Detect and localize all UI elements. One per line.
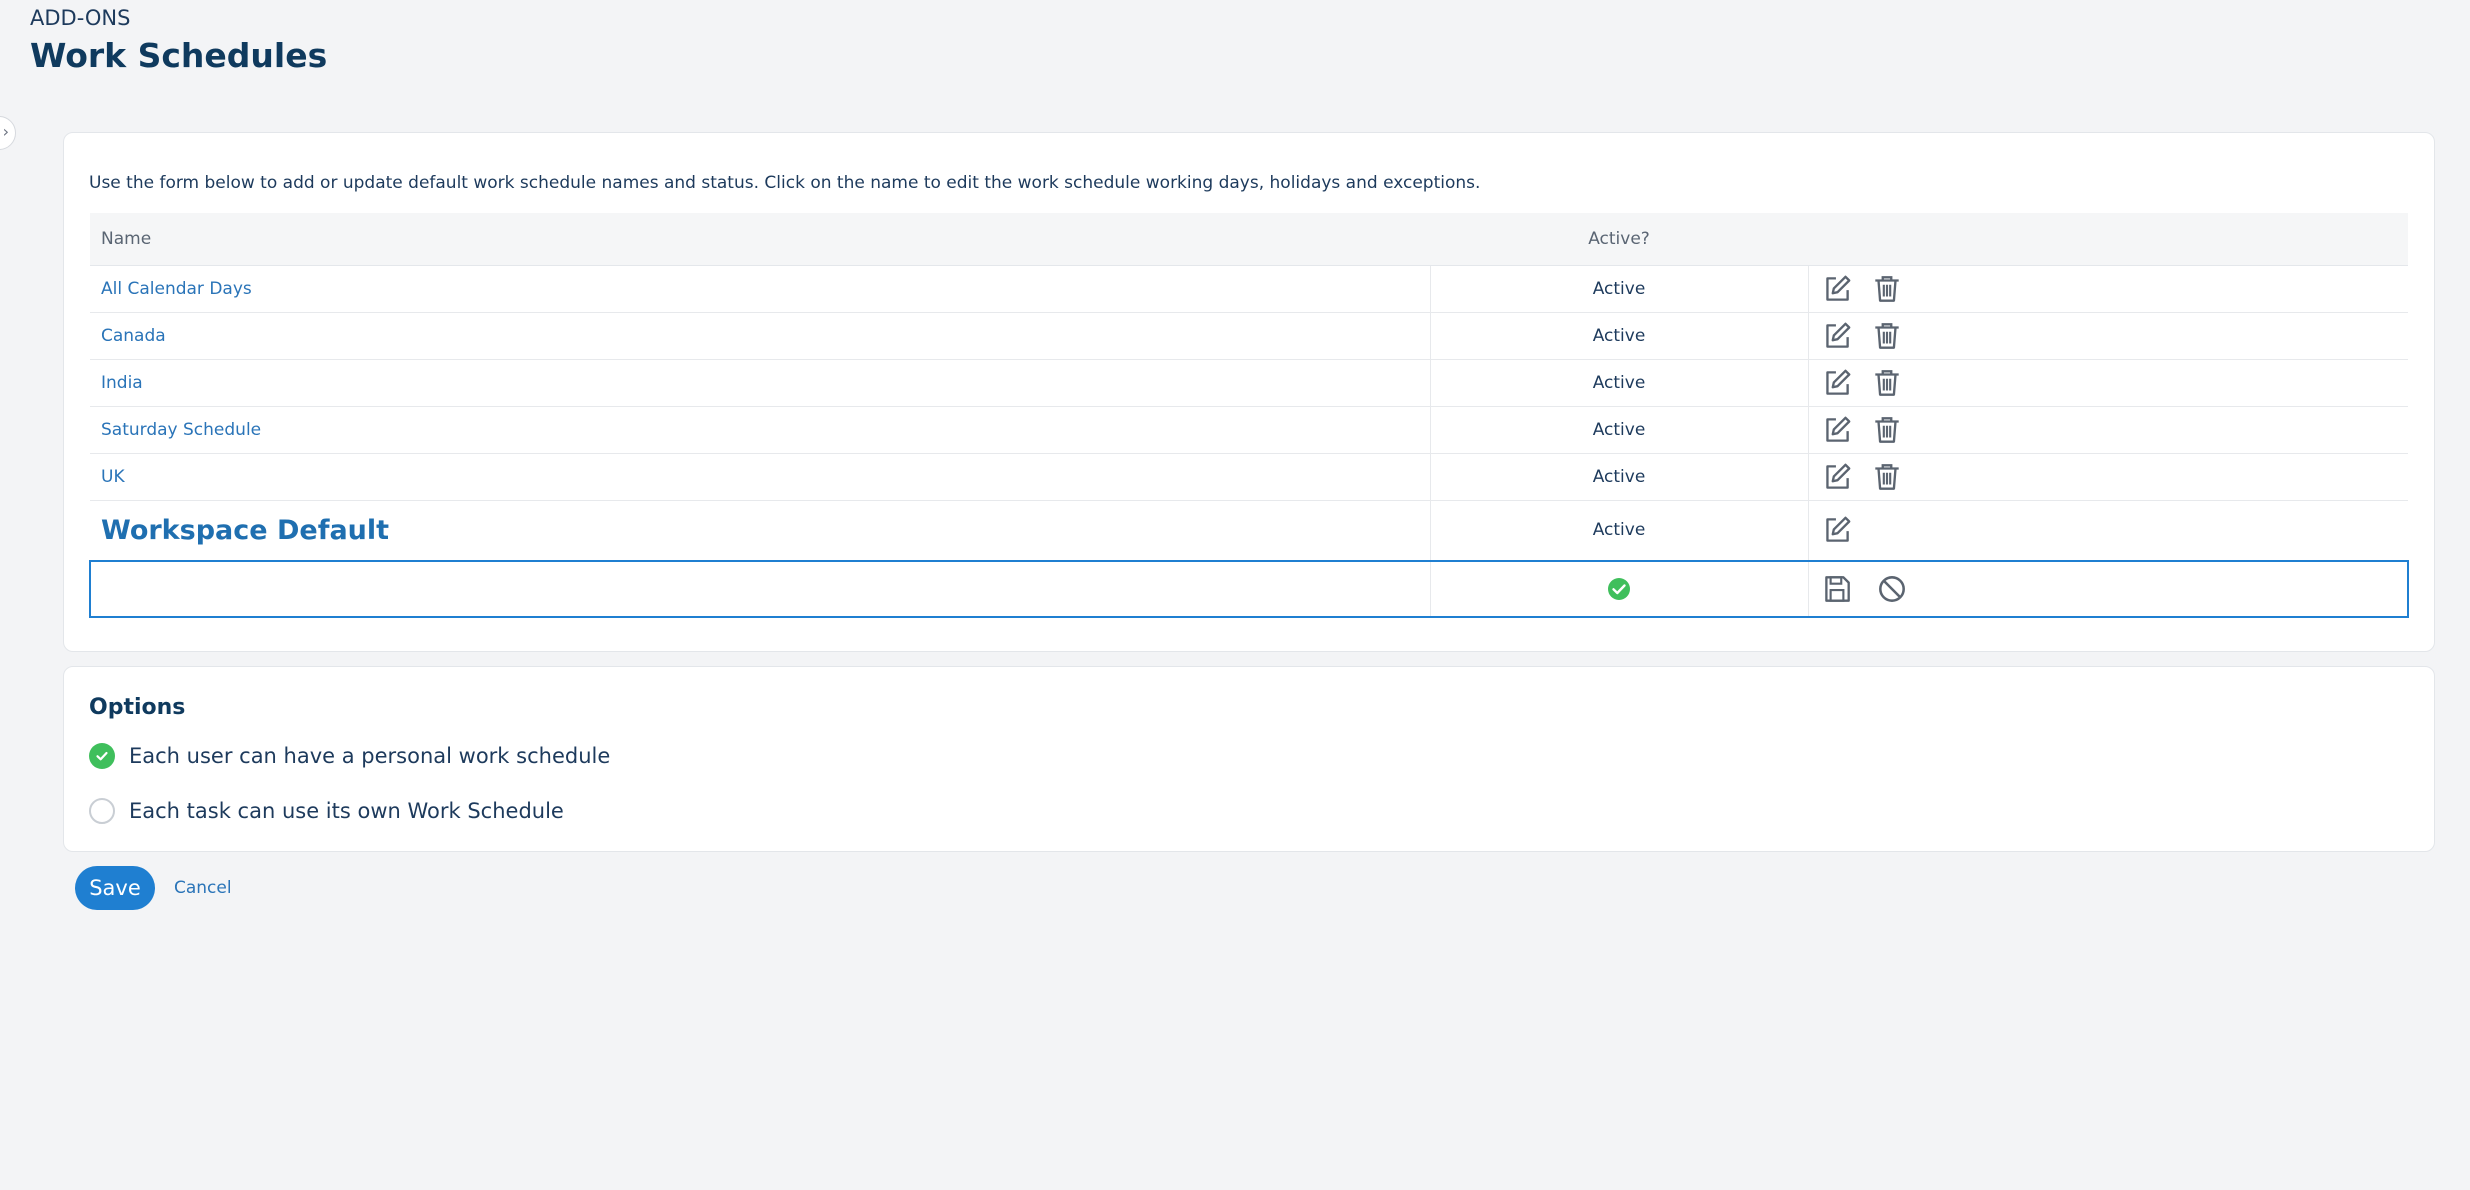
table-row: All Calendar Days Active	[90, 265, 2408, 313]
schedule-name-link[interactable]: All Calendar Days	[101, 279, 252, 299]
edit-button[interactable]	[1820, 366, 1854, 400]
check-circle-icon	[89, 743, 115, 769]
schedule-name-link[interactable]: Canada	[101, 326, 166, 346]
status-text: Active	[1430, 500, 1809, 561]
cancel-row-button[interactable]	[1875, 572, 1909, 606]
work-schedules-table: Name Active? All Calendar Days Active Cana…	[89, 213, 2409, 618]
edit-button[interactable]	[1820, 460, 1854, 494]
edit-icon	[1825, 322, 1850, 348]
cancel-circle-icon	[1878, 575, 1905, 602]
trash-icon	[1874, 276, 1899, 302]
trash-icon	[1874, 370, 1899, 396]
schedule-name-link[interactable]: UK	[101, 467, 125, 487]
status-text: Active	[1430, 265, 1809, 313]
column-header-active: Active?	[1430, 213, 1808, 266]
cancel-link[interactable]: Cancel	[174, 878, 232, 898]
edit-button[interactable]	[1820, 319, 1854, 353]
option-task-schedule[interactable]: Each task can use its own Work Schedule	[89, 798, 564, 824]
delete-button[interactable]	[1870, 319, 1904, 353]
table-row: Workspace Default Active	[90, 500, 2408, 561]
sidebar-toggle[interactable]: ›	[0, 116, 16, 150]
table-row: Canada Active	[90, 312, 2408, 360]
check-circle-icon	[1608, 577, 1630, 600]
page-title: Work Schedules	[30, 36, 328, 75]
status-text: Active	[1430, 453, 1809, 501]
chevron-right-icon: ›	[2, 122, 9, 141]
delete-button[interactable]	[1870, 413, 1904, 447]
table-row: Saturday Schedule Active	[90, 406, 2408, 454]
option-personal-schedule[interactable]: Each user can have a personal work sched…	[89, 743, 610, 769]
save-icon	[1824, 575, 1850, 602]
table-row: UK Active	[90, 453, 2408, 501]
trash-icon	[1874, 323, 1899, 349]
trash-icon	[1874, 464, 1899, 490]
edit-icon	[1825, 275, 1850, 301]
edit-button[interactable]	[1820, 272, 1854, 306]
work-schedules-card: Use the form below to add or update defa…	[63, 132, 2435, 652]
delete-button[interactable]	[1870, 460, 1904, 494]
trash-icon	[1874, 417, 1899, 443]
table-row: India Active	[90, 359, 2408, 407]
schedule-name-link[interactable]: Saturday Schedule	[101, 420, 261, 440]
edit-icon	[1825, 516, 1850, 543]
column-header-actions	[1808, 213, 2408, 266]
status-text: Active	[1430, 312, 1809, 360]
breadcrumb: ADD-ONS	[30, 6, 131, 30]
options-title: Options	[89, 695, 186, 720]
status-text: Active	[1430, 359, 1809, 407]
new-schedule-row	[89, 559, 2409, 618]
status-text: Active	[1430, 406, 1809, 454]
edit-icon	[1825, 463, 1850, 489]
schedule-name-link[interactable]: Workspace Default	[101, 515, 389, 546]
active-checkbox[interactable]	[1607, 577, 1631, 600]
option-label: Each task can use its own Work Schedule	[129, 799, 564, 823]
table-header-row: Name Active?	[90, 213, 2408, 266]
edit-icon	[1825, 416, 1850, 442]
options-card: Options Each user can have a personal wo…	[63, 666, 2435, 852]
delete-button[interactable]	[1870, 366, 1904, 400]
save-row-button[interactable]	[1820, 572, 1854, 606]
column-header-name: Name	[90, 213, 1430, 266]
save-button[interactable]: Save	[75, 866, 155, 910]
empty-circle-icon	[89, 798, 115, 824]
new-schedule-name-input[interactable]	[89, 559, 1431, 618]
edit-icon	[1825, 369, 1850, 395]
intro-text: Use the form below to add or update defa…	[89, 173, 1481, 193]
schedule-name-link[interactable]: India	[101, 373, 143, 393]
edit-button[interactable]	[1820, 513, 1854, 547]
edit-button[interactable]	[1820, 413, 1854, 447]
option-label: Each user can have a personal work sched…	[129, 744, 611, 768]
delete-button[interactable]	[1870, 272, 1904, 306]
